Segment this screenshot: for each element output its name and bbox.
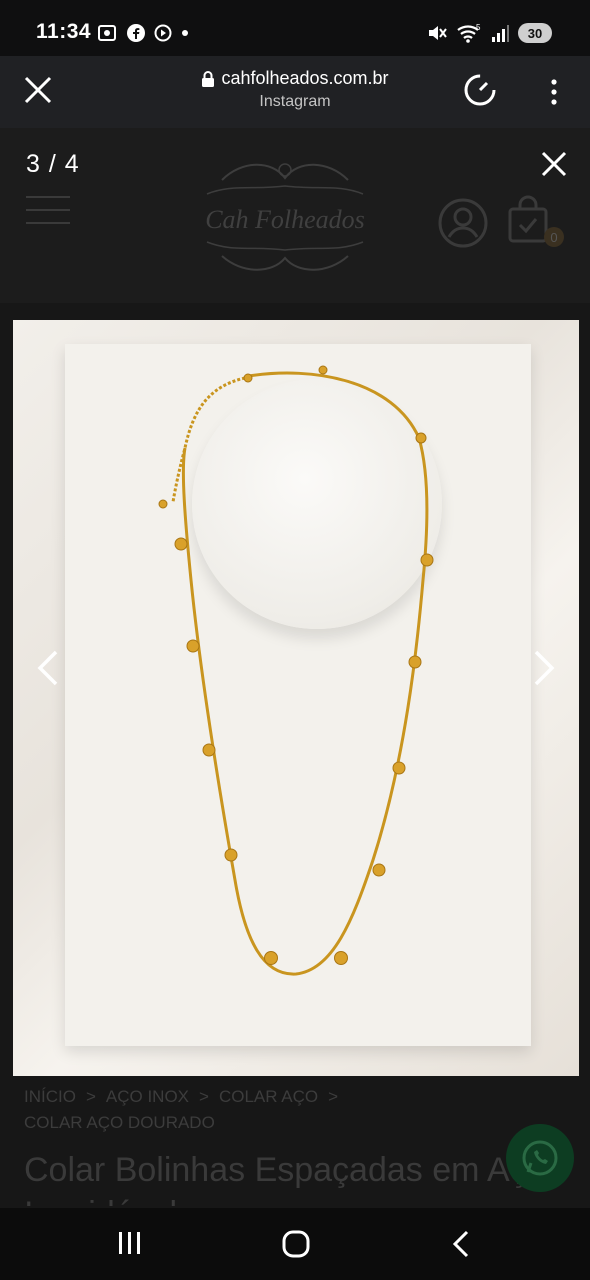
close-icon[interactable] (540, 150, 568, 178)
product-title: Colar Bolinhas Espaçadas em Aço Inoxidáv… (24, 1151, 546, 1206)
necklace-illustration (158, 365, 434, 976)
breadcrumb: INÍCIO > AÇO INOX > COLAR AÇO > COLAR AÇO DOUR… (24, 1084, 544, 1136)
shopping-bag-icon[interactable]: 0 (508, 195, 564, 251)
breadcrumb-separator: > (85, 1087, 96, 1106)
svg-text:5: 5 (476, 23, 481, 32)
url-block[interactable]: cahfolheados.com.br Instagram (150, 68, 440, 111)
browser-toolbar: cahfolheados.com.br Instagram (0, 56, 590, 129)
facebook-icon (127, 24, 145, 42)
status-bar: 11:34 5 30 (0, 0, 590, 56)
system-nav-bar (0, 1208, 590, 1280)
status-right-icons: 5 30 (426, 22, 552, 44)
close-icon[interactable] (22, 74, 54, 106)
more-vert-icon[interactable] (544, 76, 564, 108)
breadcrumb-separator: > (328, 1087, 339, 1106)
mute-icon (429, 26, 447, 40)
previous-arrow-icon[interactable] (34, 648, 64, 688)
status-left-icons (96, 22, 190, 44)
wifi-icon: 5 (457, 23, 481, 43)
image-counter: 3 / 4 (26, 150, 80, 178)
url-domain: cahfolheados.com.br (221, 68, 389, 88)
status-time: 11:34 (36, 20, 92, 43)
play-icon (154, 24, 172, 42)
whatsapp-icon (522, 1140, 558, 1176)
dot-icon (182, 30, 188, 36)
product-image (13, 320, 579, 1076)
recent-apps-icon[interactable] (116, 1228, 144, 1260)
cart-count: 0 (550, 230, 557, 245)
signal-icon (492, 25, 509, 42)
breadcrumb-item[interactable]: COLAR AÇO (219, 1087, 318, 1106)
lock-icon (202, 70, 215, 87)
svg-text:Cah Folheados: Cah Folheados (205, 205, 365, 234)
home-icon[interactable] (281, 1228, 311, 1260)
back-icon[interactable] (450, 1228, 474, 1260)
breadcrumb-item[interactable]: COLAR AÇO DOURADO (24, 1113, 215, 1132)
user-account-icon[interactable] (437, 197, 489, 249)
url-source: Instagram (259, 93, 331, 110)
hamburger-menu-icon[interactable] (26, 196, 70, 226)
battery-indicator: 30 (518, 23, 552, 43)
breadcrumb-item[interactable]: AÇO INOX (106, 1087, 189, 1106)
whatsapp-button[interactable] (506, 1124, 574, 1192)
next-arrow-icon[interactable] (528, 648, 558, 688)
breadcrumb-item[interactable]: INÍCIO (24, 1087, 76, 1106)
site-logo: Cah Folheados (205, 163, 365, 271)
screenshot-icon (98, 25, 116, 41)
breadcrumb-separator: > (199, 1087, 209, 1106)
page-speed-icon[interactable] (462, 72, 498, 108)
